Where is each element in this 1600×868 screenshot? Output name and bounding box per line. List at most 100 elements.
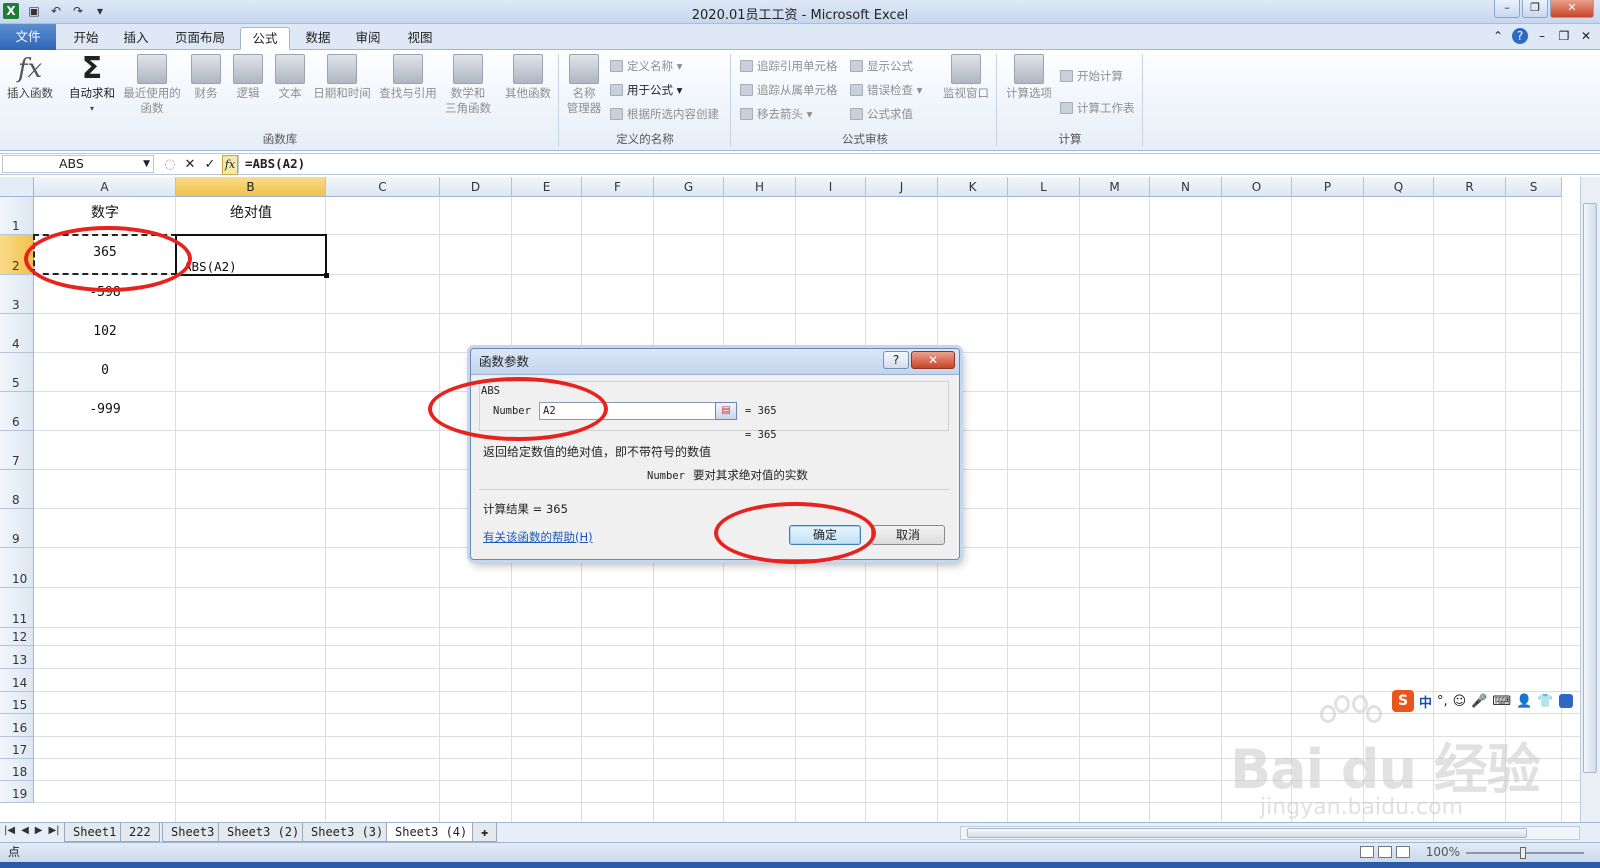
page-break-view-icon[interactable] (1396, 846, 1410, 858)
remove-arrows-button[interactable]: 移去箭头 ▾ (740, 105, 812, 123)
cancel-formula-icon[interactable]: ✕ (182, 156, 198, 174)
tab-page-layout[interactable]: 页面布局 (164, 27, 236, 50)
trace-precedents-button[interactable]: 追踪引用单元格 (740, 57, 838, 75)
text-button[interactable]: 文本 (272, 54, 308, 101)
cell-b1[interactable]: 绝对值 (176, 197, 326, 235)
column-header-k[interactable]: K (938, 177, 1008, 197)
row-header-8[interactable]: 8 (0, 470, 34, 509)
name-box[interactable]: ABS ▼ (2, 155, 154, 173)
chevron-down-icon[interactable]: ▼ (143, 156, 150, 172)
row-header-4[interactable]: 4 (0, 314, 34, 353)
vertical-scrollbar[interactable] (1580, 177, 1600, 822)
prev-sheet-icon[interactable]: ◀ (21, 825, 29, 836)
column-header-f[interactable]: F (582, 177, 654, 197)
column-header-i[interactable]: I (796, 177, 866, 197)
financial-button[interactable]: 财务 (188, 54, 224, 101)
row-header-7[interactable]: 7 (0, 431, 34, 470)
tab-home[interactable]: 开始 (62, 27, 110, 50)
keyboard-icon[interactable]: ⌨ (1492, 694, 1511, 709)
column-header-d[interactable]: D (440, 177, 512, 197)
row-header-3[interactable]: 3 (0, 275, 34, 314)
trace-dependents-button[interactable]: 追踪从属单元格 (740, 81, 838, 99)
vertical-scroll-thumb[interactable] (1583, 203, 1597, 773)
punctuation-icon[interactable]: °, (1437, 694, 1448, 709)
user-icon[interactable]: 👤 (1516, 694, 1532, 709)
cell-a5[interactable]: 0 (34, 353, 176, 392)
formula-input[interactable]: =ABS(A2) (238, 155, 1580, 173)
evaluate-formula-button[interactable]: 公式求值 (850, 105, 913, 123)
row-header-5[interactable]: 5 (0, 353, 34, 392)
logical-button[interactable]: 逻辑 (230, 54, 266, 101)
column-header-j[interactable]: J (866, 177, 938, 197)
define-name-button[interactable]: 定义名称 ▾ (610, 57, 682, 75)
workbook-close-icon[interactable]: ✕ (1578, 28, 1594, 44)
sheet-tab-4[interactable]: Sheet3 (2) (218, 823, 309, 842)
help-icon[interactable]: ? (1512, 28, 1528, 44)
row-header-6[interactable]: 6 (0, 392, 34, 431)
cancel-button[interactable]: 取消 (871, 525, 945, 545)
function-help-link[interactable]: 有关该函数的帮助(H) (483, 529, 593, 545)
cell-a4[interactable]: 102 (34, 314, 176, 353)
sheet-tab-5[interactable]: Sheet3 (3) (302, 823, 393, 842)
sheet-tab-6[interactable]: Sheet3 (4) (386, 823, 477, 842)
insert-function-button[interactable]: fx 插入函数 (4, 54, 56, 101)
column-header-e[interactable]: E (512, 177, 582, 197)
tab-data[interactable]: 数据 (294, 27, 342, 50)
normal-view-icon[interactable] (1360, 846, 1374, 858)
page-layout-view-icon[interactable] (1378, 846, 1392, 858)
sheet-tab-3[interactable]: Sheet3 (162, 823, 224, 842)
row-header-10[interactable]: 10 (0, 548, 34, 588)
row-header-19[interactable]: 19 (0, 781, 34, 803)
math-trig-button[interactable]: 数学和 三角函数 (440, 54, 496, 116)
ime-mode-indicator[interactable]: 中 (1419, 692, 1432, 711)
close-icon[interactable]: ✕ (1550, 0, 1594, 18)
restore-icon[interactable]: ❐ (1522, 0, 1548, 18)
row-header-13[interactable]: 13 (0, 646, 34, 669)
use-in-formula-button[interactable]: 用于公式 ▾ (610, 81, 682, 99)
more-functions-button[interactable]: 其他函数 (500, 54, 556, 101)
datetime-button[interactable]: 日期和时间 (310, 54, 374, 101)
error-checking-button[interactable]: 错误检查 ▾ (850, 81, 922, 99)
tab-insert[interactable]: 插入 (112, 27, 160, 50)
calculate-now-button[interactable]: 开始计算 (1060, 67, 1123, 85)
column-header-c[interactable]: C (326, 177, 440, 197)
row-header-14[interactable]: 14 (0, 669, 34, 692)
column-header-o[interactable]: O (1222, 177, 1292, 197)
row-header-16[interactable]: 16 (0, 714, 34, 737)
tab-formulas[interactable]: 公式 (240, 27, 290, 50)
row-header-9[interactable]: 9 (0, 509, 34, 548)
first-sheet-icon[interactable]: |◀ (4, 825, 15, 836)
minimize-icon[interactable]: – (1494, 0, 1520, 18)
column-header-p[interactable]: P (1292, 177, 1364, 197)
column-header-h[interactable]: H (724, 177, 796, 197)
show-formulas-button[interactable]: 显示公式 (850, 57, 913, 75)
cell-a6[interactable]: -999 (34, 392, 176, 431)
emoji-icon[interactable]: ☺ (1453, 694, 1467, 709)
tab-view[interactable]: 视图 (396, 27, 444, 50)
column-header-a[interactable]: A (34, 177, 176, 197)
row-header-11[interactable]: 11 (0, 588, 34, 628)
minimize-ribbon-icon[interactable]: ⌃ (1490, 28, 1506, 44)
dialog-close-icon[interactable]: ✕ (911, 351, 955, 369)
calculate-sheet-button[interactable]: 计算工作表 (1060, 99, 1135, 117)
tab-review[interactable]: 审阅 (344, 27, 392, 50)
column-header-l[interactable]: L (1008, 177, 1080, 197)
column-header-s[interactable]: S (1506, 177, 1562, 197)
microphone-icon[interactable]: 🎤 (1471, 694, 1487, 709)
row-header-1[interactable]: 1 (0, 197, 34, 235)
sheet-tab-2[interactable]: 222 (120, 823, 160, 842)
watch-window-button[interactable]: 监视窗口 (938, 54, 994, 101)
column-header-q[interactable]: Q (1364, 177, 1434, 197)
recent-functions-button[interactable]: 最近使用的 函数 (120, 54, 184, 116)
zoom-slider-thumb[interactable] (1520, 847, 1526, 859)
sogou-logo-icon[interactable]: S (1392, 690, 1414, 712)
create-from-selection-button[interactable]: 根据所选内容创建 (610, 105, 719, 123)
collapse-dialog-icon[interactable]: ▤ (715, 402, 737, 420)
row-header-17[interactable]: 17 (0, 737, 34, 759)
workbook-restore-icon[interactable]: ❐ (1556, 28, 1572, 44)
next-sheet-icon[interactable]: ▶ (35, 825, 43, 836)
enter-formula-icon[interactable]: ✓ (202, 156, 218, 174)
row-header-15[interactable]: 15 (0, 692, 34, 714)
row-header-18[interactable]: 18 (0, 759, 34, 781)
horizontal-scroll-thumb[interactable] (967, 828, 1527, 838)
